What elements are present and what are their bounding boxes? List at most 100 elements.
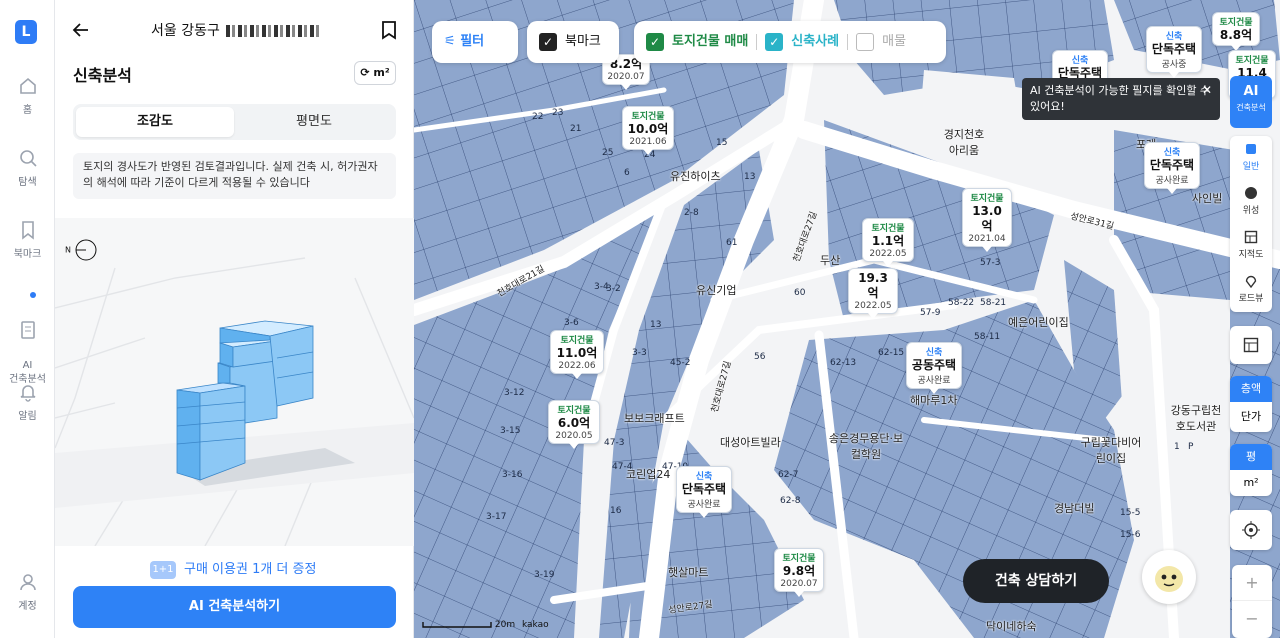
zoom-out-icon[interactable]: − xyxy=(1232,601,1272,637)
tool-satellite[interactable]: 위성 xyxy=(1230,180,1272,224)
marker-tag: 토지건물 xyxy=(1235,56,1269,66)
tool-label: 지적도 xyxy=(1238,250,1264,260)
chip-sale-toggle[interactable]: 매물 xyxy=(856,32,907,51)
ai-tooltip: AI 건축분석이 가능한 필지를 확인할 수 있어요! ✕ xyxy=(1022,78,1220,120)
marker-value: 단독주택 xyxy=(1149,158,1195,172)
zoom-in-icon[interactable]: + xyxy=(1232,565,1272,601)
filter-button[interactable]: ⚟ 필터 xyxy=(432,21,518,63)
unit-pyeong[interactable]: 평 xyxy=(1230,444,1272,470)
chip-label: 북마크 xyxy=(565,34,601,49)
place-label: 유신기업 xyxy=(696,284,737,297)
promo-text: 구매 이용권 1개 더 증정 xyxy=(184,562,317,577)
close-icon[interactable]: ✕ xyxy=(1202,82,1212,98)
rail-item-label: 계정 xyxy=(18,601,37,612)
chip-label: 매물 xyxy=(882,34,907,49)
tab-floorplan[interactable]: 평면도 xyxy=(235,107,393,137)
rail-item-notifications[interactable]: 알림 xyxy=(0,382,55,422)
page-title: 신축분석 xyxy=(73,66,132,85)
3d-viewer[interactable]: N xyxy=(55,218,414,546)
parcel-number: 57-3 xyxy=(980,258,1001,268)
parcel-number: 25 xyxy=(602,148,614,158)
marker-tag: 토지건물 xyxy=(557,406,591,416)
newbuild-marker[interactable]: 신축 단독주택 공사완료 xyxy=(1144,142,1200,194)
my-location-button[interactable] xyxy=(1230,510,1272,550)
parcel-number: 3-12 xyxy=(504,388,525,398)
place-label: 코린업24 xyxy=(626,468,671,481)
rail-item-label: 홈 xyxy=(22,105,33,116)
parcel-number: 45-2 xyxy=(670,358,691,368)
chip-new-toggle[interactable]: ✓ 신축사례 xyxy=(765,32,839,51)
app-logo[interactable]: L xyxy=(15,20,37,44)
crosshair-icon xyxy=(1242,521,1260,539)
parcel-number: 23 xyxy=(552,108,564,118)
layout-tool-button[interactable] xyxy=(1230,326,1272,364)
rail-item-account[interactable]: 계정 xyxy=(0,572,55,612)
newbuild-marker[interactable]: 신축 단독주택 공사완료 xyxy=(676,466,732,518)
marker-date: 2020.05 xyxy=(555,431,593,441)
parcel-number: 3-4 xyxy=(594,282,609,292)
trade-marker[interactable]: 토지건물 11.0억 2022.06 xyxy=(550,330,604,379)
chatbot-mascot-icon[interactable] xyxy=(1142,550,1196,604)
trade-marker[interactable]: 토지건물 1.1억 2022.05 xyxy=(862,218,914,267)
parcel-number: 56 xyxy=(754,352,766,362)
chip-land-toggle[interactable]: ✓ 토지건물 매매 xyxy=(646,32,748,51)
document-icon xyxy=(20,321,35,339)
scale-label: 20m xyxy=(494,620,516,630)
parcel-number: 47-3 xyxy=(604,438,625,448)
place-label: 햇살마트 xyxy=(668,566,709,579)
marker-value: 단독주택 xyxy=(681,482,727,496)
trade-marker[interactable]: 토지건물 9.8억 2020.07 xyxy=(774,548,824,597)
marker-value: 13.0억 xyxy=(972,204,1002,233)
rail-item-bookmark[interactable]: 북마크 xyxy=(0,220,55,260)
ai-sublabel: 건축분석 xyxy=(1236,103,1266,112)
price-unit-toggle[interactable]: 층액 단가 xyxy=(1230,376,1272,432)
parcel-number: 3-17 xyxy=(486,512,507,522)
bookmark-chip[interactable]: ✓ 북마크 xyxy=(527,21,619,63)
parcel-number: 2-8 xyxy=(684,208,699,218)
newbuild-marker[interactable]: 신축 공동주택 공사완료 xyxy=(906,342,962,394)
place-label: 닥이네하숙 xyxy=(986,620,1037,633)
newbuild-marker[interactable]: 신축 단독주택 공사중 xyxy=(1146,26,1202,78)
tooltip-text: AI 건축분석이 가능한 필지를 확인할 수 있어요! xyxy=(1030,84,1211,113)
trade-marker[interactable]: 토지건물 10.0억 2021.06 xyxy=(622,106,674,155)
bookmark-icon xyxy=(21,221,34,240)
notification-dot xyxy=(30,292,36,298)
trade-marker[interactable]: 토지건물 6.0억 2020.05 xyxy=(548,400,600,449)
unit-sqm[interactable]: m² xyxy=(1230,470,1272,496)
parcel-number: 15-5 xyxy=(1120,508,1141,518)
filter-icon: ⚟ xyxy=(444,34,456,49)
tool-label: 위성 xyxy=(1242,206,1260,216)
consult-button[interactable]: 건축 상담하기 xyxy=(963,559,1109,603)
back-arrow-icon[interactable] xyxy=(71,20,91,40)
tool-roadview[interactable]: 로드뷰 xyxy=(1230,268,1272,312)
place-label: 보보크래프트 xyxy=(624,412,685,425)
ai-analysis-button[interactable]: AI 건축분석하기 xyxy=(73,586,396,628)
rail-item-label: 탐색 xyxy=(18,177,37,188)
rail-item-home[interactable]: 홈 xyxy=(0,76,55,116)
tool-normal[interactable]: 일반 xyxy=(1230,136,1272,180)
trade-marker[interactable]: 토지건물 13.0억 2021.04 xyxy=(962,188,1012,252)
marker-date: 2021.04 xyxy=(968,234,1006,244)
parcel-map[interactable]: 23 22 21 25 24 15 13 61 60 62-4 57-3 58-… xyxy=(414,0,1280,638)
unit-toggle-button[interactable]: ⟳ m² xyxy=(354,61,396,85)
trade-marker[interactable]: 토지건물 8.8억 xyxy=(1212,12,1260,51)
tool-cadastral[interactable]: 지적도 xyxy=(1230,224,1272,268)
parcel-number: 3-6 xyxy=(564,318,579,328)
area-unit-toggle[interactable]: 평 m² xyxy=(1230,444,1272,496)
promo-banner[interactable]: 1+1 구매 이용권 1개 더 증정 xyxy=(150,558,316,579)
rail-item-ai-analysis[interactable]: AI 건축분석 xyxy=(0,292,55,387)
trade-marker[interactable]: 19.3억 2022.05 xyxy=(848,268,898,319)
unit-total[interactable]: 층액 xyxy=(1230,376,1272,402)
marker-tag: 토지건물 xyxy=(631,112,665,122)
marker-tag: 토지건물 xyxy=(560,336,594,346)
left-rail: L 홈 탐색 북마크 AI 건축분석 알림 계정 xyxy=(0,0,55,638)
tab-birdseye[interactable]: 조감도 xyxy=(76,107,234,137)
address-text: 서울 강동구 xyxy=(151,23,220,39)
ai-analysis-layer-button[interactable]: AI 건축분석 xyxy=(1230,76,1272,128)
marker-tag: 신축 xyxy=(1165,32,1183,42)
rail-item-explore[interactable]: 탐색 xyxy=(0,148,55,188)
chip-divider xyxy=(847,33,849,50)
unit-price[interactable]: 단가 xyxy=(1230,402,1272,432)
bookmark-icon[interactable] xyxy=(380,20,398,40)
scale-bar xyxy=(422,621,492,628)
